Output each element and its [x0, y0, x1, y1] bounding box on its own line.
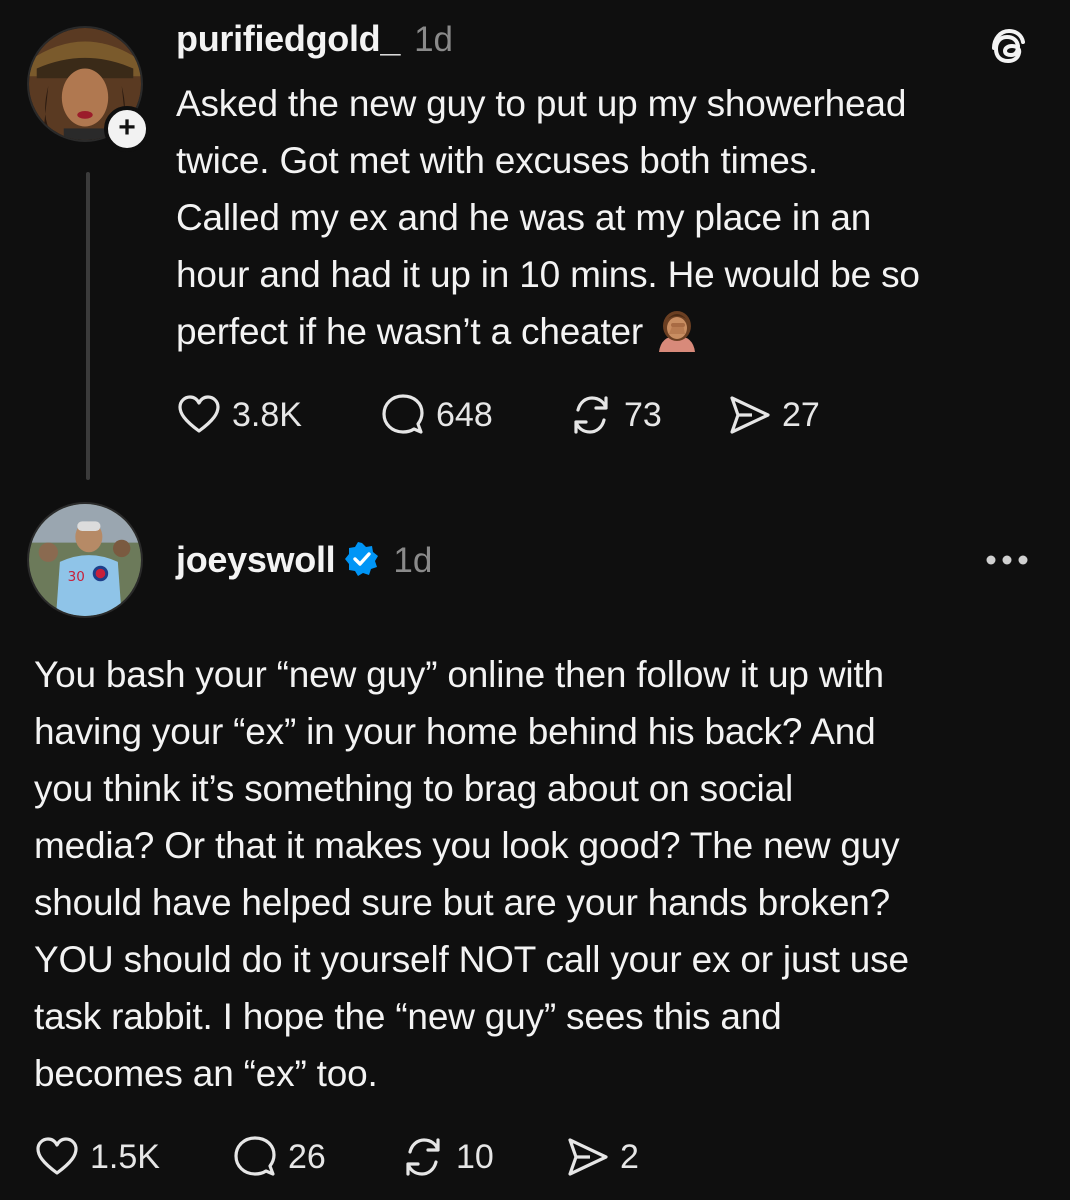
share-button[interactable]: 2 — [564, 1134, 639, 1180]
post-text-line: You bash your “new guy” online then foll… — [34, 654, 884, 695]
post-text-line: task rabbit. I hope the “new guy” sees t… — [34, 996, 782, 1037]
repost-button[interactable]: 73 — [568, 392, 726, 438]
thread-connector-line — [86, 172, 90, 480]
post-text-line-last: perfect if he wasn’t a cheater — [176, 303, 920, 360]
verified-badge-icon — [345, 542, 379, 576]
post-text-line: YOU should do it yourself NOT call your … — [34, 939, 909, 980]
post-header: joeyswoll 1d — [176, 538, 432, 581]
reply-count: 648 — [436, 395, 493, 434]
post-header: purifiedgold_ 1d — [176, 18, 453, 60]
post-text-line: Called my ex and he was at my place in a… — [176, 197, 872, 238]
post-text-line: Asked the new guy to put up my showerhea… — [176, 83, 907, 124]
like-button[interactable]: 1.5K — [34, 1134, 232, 1180]
like-count: 3.8K — [232, 395, 302, 434]
send-icon — [730, 396, 770, 434]
post-text: Asked the new guy to put up my showerhea… — [176, 75, 920, 360]
username[interactable]: purifiedgold_ — [176, 18, 400, 60]
post-text-line: twice. Got met with excuses both times. — [176, 140, 818, 181]
svg-text:30: 30 — [68, 569, 85, 585]
timestamp: 1d — [393, 541, 433, 580]
comment-icon — [382, 394, 424, 434]
avatar-joeyswoll[interactable]: 30 — [27, 502, 143, 618]
comment-icon — [234, 1136, 276, 1176]
post-actions: 1.5K 26 10 2 — [34, 1134, 639, 1180]
post-text-line: media? Or that it makes you look good? T… — [34, 825, 900, 866]
face-palm-emoji-icon — [659, 311, 696, 352]
username[interactable]: joeyswoll — [176, 539, 336, 581]
reply-count: 26 — [288, 1137, 326, 1176]
post-actions: 3.8K 648 73 27 — [176, 392, 820, 438]
timestamp: 1d — [414, 20, 454, 59]
like-button[interactable]: 3.8K — [176, 392, 380, 438]
repost-count: 73 — [624, 395, 662, 434]
more-options-icon[interactable] — [984, 548, 1030, 572]
share-count: 2 — [620, 1137, 639, 1176]
post-text-line: hour and had it up in 10 mins. He would … — [176, 254, 920, 295]
reply-button[interactable]: 26 — [232, 1134, 400, 1180]
share-button[interactable]: 27 — [726, 392, 820, 438]
like-count: 1.5K — [90, 1137, 160, 1176]
share-count: 27 — [782, 395, 820, 434]
threads-logo-icon[interactable] — [984, 24, 1032, 72]
repost-icon — [406, 1138, 440, 1176]
heart-icon — [178, 395, 220, 433]
send-icon — [568, 1138, 608, 1176]
post-text-line: having your “ex” in your home behind his… — [34, 711, 876, 752]
reply-button[interactable]: 648 — [380, 392, 568, 438]
heart-icon — [36, 1137, 78, 1175]
post-text-line: becomes an “ex” too. — [34, 1053, 378, 1094]
repost-icon — [574, 396, 608, 434]
follow-plus-button[interactable]: + — [104, 106, 150, 152]
post-text: You bash your “new guy” online then foll… — [34, 646, 909, 1102]
post-text-line: you think it’s something to brag about o… — [34, 768, 793, 809]
repost-count: 10 — [456, 1137, 494, 1176]
post-text-line: should have helped sure but are your han… — [34, 882, 890, 923]
repost-button[interactable]: 10 — [400, 1134, 564, 1180]
